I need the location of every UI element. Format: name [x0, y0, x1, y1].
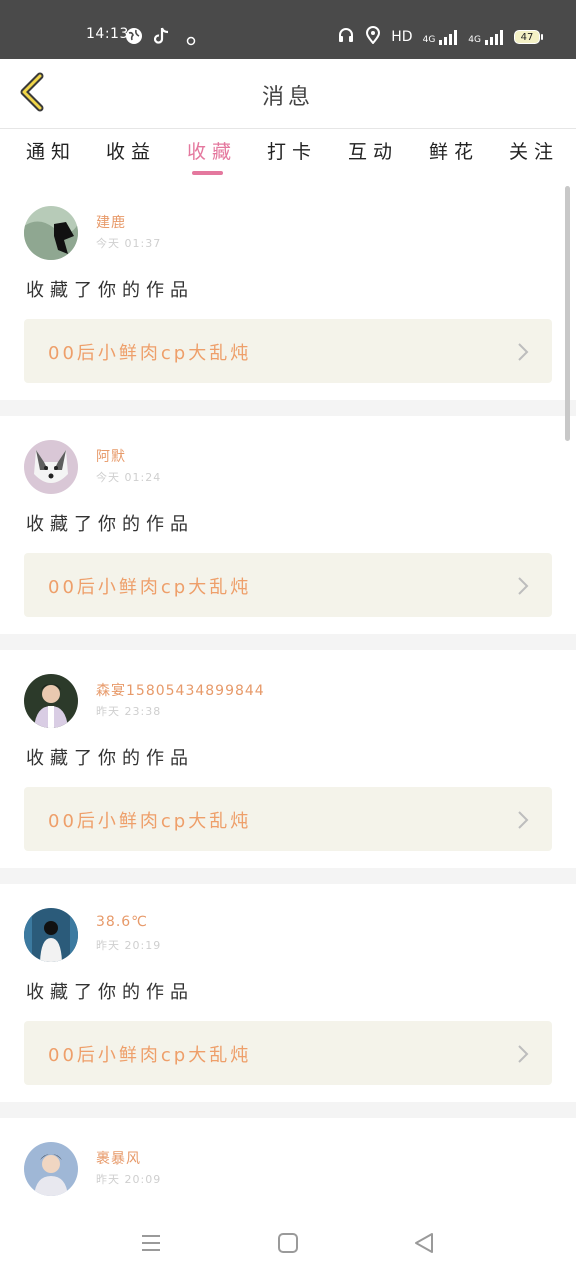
- divider: [0, 868, 576, 884]
- work-title: 00后小鲜肉cp大乱炖: [48, 1045, 252, 1066]
- tab-interactions[interactable]: 互动: [348, 137, 398, 164]
- chevron-right-icon: [516, 576, 530, 600]
- action-text: 收藏了你的作品: [26, 748, 194, 769]
- chevron-right-icon: [516, 342, 530, 366]
- work-title: 00后小鲜肉cp大乱炖: [48, 811, 252, 832]
- location-icon: [365, 26, 381, 48]
- chevron-right-icon: [516, 1044, 530, 1068]
- status-right: HD 4G 4G 47: [337, 26, 543, 48]
- network-label: 4G: [422, 35, 436, 45]
- back-triangle-icon[interactable]: [413, 1232, 435, 1258]
- action-text: 收藏了你的作品: [26, 514, 194, 535]
- status-bar: 14:13 HD 4G 4G 47: [0, 0, 576, 59]
- timestamp: 昨天 23:38: [96, 705, 162, 718]
- notification-icon: [186, 31, 196, 50]
- timestamp: 昨天 20:09: [96, 1173, 162, 1186]
- tab-checkin[interactable]: 打卡: [267, 137, 317, 164]
- avatar[interactable]: [24, 206, 78, 260]
- network-label-2: 4G: [468, 35, 481, 45]
- hd-label: HD: [391, 29, 413, 45]
- list-item: 森宴15805434899844 昨天 23:38 收藏了你的作品 00后小鲜肉…: [0, 650, 576, 868]
- scrollbar[interactable]: [565, 186, 570, 441]
- work-link[interactable]: 00后小鲜肉cp大乱炖: [24, 553, 552, 617]
- battery-icon: 47: [514, 30, 543, 44]
- tab-notifications[interactable]: 通知: [26, 137, 76, 164]
- divider: [0, 634, 576, 650]
- signal-icon: 4G: [423, 29, 459, 45]
- signal-icon-2: 4G: [468, 29, 504, 45]
- active-tab-indicator: [192, 171, 223, 175]
- divider: [0, 1102, 576, 1118]
- list-item: 阿默 今天 01:24 收藏了你的作品 00后小鲜肉cp大乱炖: [0, 416, 576, 634]
- work-title: 00后小鲜肉cp大乱炖: [48, 343, 252, 364]
- page-title: 消息: [261, 85, 314, 110]
- work-link[interactable]: 00后小鲜肉cp大乱炖: [24, 1021, 552, 1085]
- username[interactable]: 森宴15805434899844: [96, 680, 265, 700]
- action-text: 收藏了你的作品: [26, 280, 194, 301]
- list-item: 建鹿 今天 01:37 收藏了你的作品 00后小鲜肉cp大乱炖: [0, 182, 576, 400]
- tiktok-icon: [153, 27, 170, 49]
- chevron-right-icon: [516, 810, 530, 834]
- avatar[interactable]: [24, 674, 78, 728]
- username[interactable]: 阿默: [96, 446, 126, 466]
- tab-favorites[interactable]: 收藏: [187, 137, 237, 164]
- avatar[interactable]: [24, 440, 78, 494]
- tab-bar: 通知 收益 收藏 打卡 互动 鲜花 关注: [0, 129, 576, 177]
- header: 消息: [0, 59, 576, 129]
- divider: [0, 400, 576, 416]
- status-time: 14:13: [86, 26, 129, 42]
- tab-earnings[interactable]: 收益: [106, 137, 156, 164]
- timestamp: 今天 01:37: [96, 237, 162, 250]
- username[interactable]: 38.6℃: [96, 914, 148, 930]
- battery-level: 47: [520, 31, 534, 43]
- globe-icon: [125, 27, 143, 49]
- username[interactable]: 裹暴风: [96, 1148, 141, 1168]
- system-nav-bar: [0, 1208, 576, 1280]
- username[interactable]: 建鹿: [96, 212, 126, 232]
- tab-flowers[interactable]: 鲜花: [429, 137, 479, 164]
- avatar[interactable]: [24, 1142, 78, 1196]
- work-link[interactable]: 00后小鲜肉cp大乱炖: [24, 787, 552, 851]
- action-text: 收藏了你的作品: [26, 982, 194, 1003]
- avatar[interactable]: [24, 908, 78, 962]
- headset-icon: [337, 26, 355, 48]
- work-link[interactable]: 00后小鲜肉cp大乱炖: [24, 319, 552, 383]
- work-title: 00后小鲜肉cp大乱炖: [48, 577, 252, 598]
- menu-icon[interactable]: [140, 1232, 162, 1258]
- list-item: 裹暴风 昨天 20:09: [0, 1118, 576, 1208]
- timestamp: 昨天 20:19: [96, 939, 162, 952]
- home-square-icon[interactable]: [277, 1232, 299, 1258]
- timestamp: 今天 01:24: [96, 471, 162, 484]
- list-item: 38.6℃ 昨天 20:19 收藏了你的作品 00后小鲜肉cp大乱炖: [0, 884, 576, 1102]
- tab-following[interactable]: 关注: [509, 137, 559, 164]
